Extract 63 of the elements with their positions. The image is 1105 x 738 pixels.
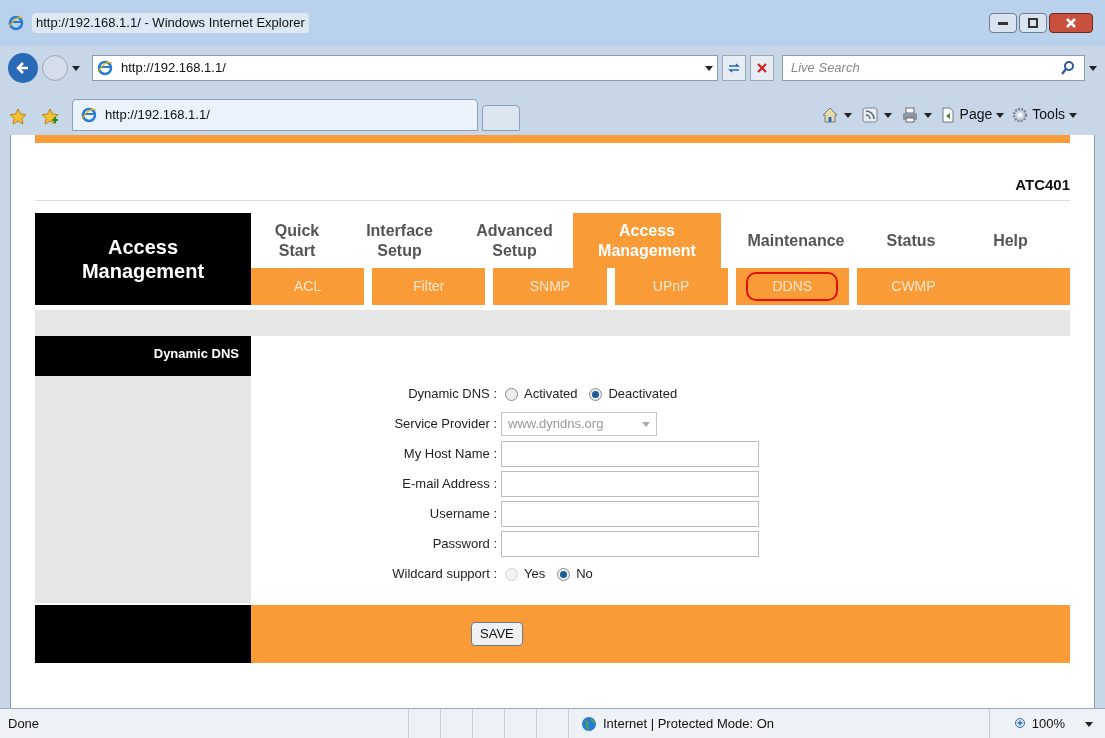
new-tab-button[interactable] — [482, 105, 520, 131]
close-icon — [756, 62, 768, 74]
caret-icon — [1069, 110, 1077, 119]
page-menu-button[interactable]: Page — [939, 104, 1005, 125]
caret-icon — [1085, 719, 1093, 728]
address-field[interactable]: http://192.168.1.1/ — [92, 55, 718, 81]
stop-button[interactable] — [750, 55, 774, 81]
page-icon — [939, 106, 956, 123]
close-icon — [1065, 17, 1077, 29]
globe-icon — [581, 715, 597, 732]
zoom-button[interactable]: 100% — [988, 709, 1093, 738]
radio-label: Activated — [524, 385, 578, 404]
caret-icon — [883, 110, 892, 119]
model-name: ATC401 — [1015, 174, 1070, 195]
field-label: My Host Name : — [403, 445, 497, 464]
radio-button[interactable] — [505, 387, 518, 401]
field-label: Service Provider : — [394, 415, 497, 434]
field-label: Wildcard support : — [392, 565, 497, 584]
refresh-button[interactable] — [722, 55, 746, 81]
gear-icon — [1012, 106, 1029, 123]
browser-logo-icon — [81, 107, 97, 123]
status-text: Done — [7, 714, 41, 733]
maximize-button[interactable] — [1019, 13, 1047, 33]
back-button[interactable] — [8, 53, 38, 83]
caret-icon — [843, 110, 852, 119]
search-icon — [1060, 60, 1076, 76]
star-icon[interactable] — [8, 107, 28, 127]
search-field[interactable]: Live Search — [782, 55, 1085, 81]
browser-tab[interactable]: http://192.168.1.1/ — [72, 99, 478, 131]
close-button[interactable] — [1049, 13, 1093, 33]
feeds-icon[interactable] — [859, 104, 880, 125]
window-title: http://192.168.1.1/ - Windows Internet Explorer — [32, 13, 309, 33]
caret-icon — [923, 110, 932, 119]
field-label: Username : — [429, 505, 497, 524]
dropdown-caret-icon — [642, 420, 650, 428]
zoom-icon — [1013, 716, 1028, 731]
caret-icon — [996, 110, 1005, 119]
radio-label: Yes — [524, 565, 546, 584]
caret-icon — [1089, 64, 1097, 72]
field-label: E-mail Address : — [402, 475, 497, 494]
tools-menu-button[interactable]: Tools — [1012, 104, 1077, 125]
save-button[interactable]: SAVE — [471, 622, 523, 646]
browser-logo-icon — [8, 15, 24, 31]
forward-button[interactable] — [42, 55, 68, 81]
radio-button[interactable] — [589, 387, 603, 401]
section-title-panel: Access Management — [35, 213, 251, 305]
radio-button[interactable] — [557, 567, 571, 581]
text-input-field[interactable] — [501, 441, 759, 467]
text-input-field[interactable] — [501, 501, 759, 527]
minimize-button[interactable] — [989, 13, 1017, 33]
caret-icon — [72, 64, 80, 72]
radio-label: No — [576, 565, 593, 584]
back-arrow-icon — [15, 60, 31, 76]
field-label: Password : — [432, 535, 497, 554]
field-label: Dynamic DNS : — [408, 385, 497, 404]
radio-label: Deactivated — [608, 385, 678, 404]
add-star-icon[interactable] — [40, 107, 60, 127]
security-zone-text: Internet | Protected Mode: On — [603, 714, 775, 733]
text-input-field[interactable] — [501, 531, 759, 557]
text-input-field[interactable] — [501, 471, 759, 497]
browser-logo-icon — [97, 60, 113, 76]
sidebar-header: Dynamic DNS — [35, 336, 251, 376]
caret-icon — [705, 64, 713, 72]
